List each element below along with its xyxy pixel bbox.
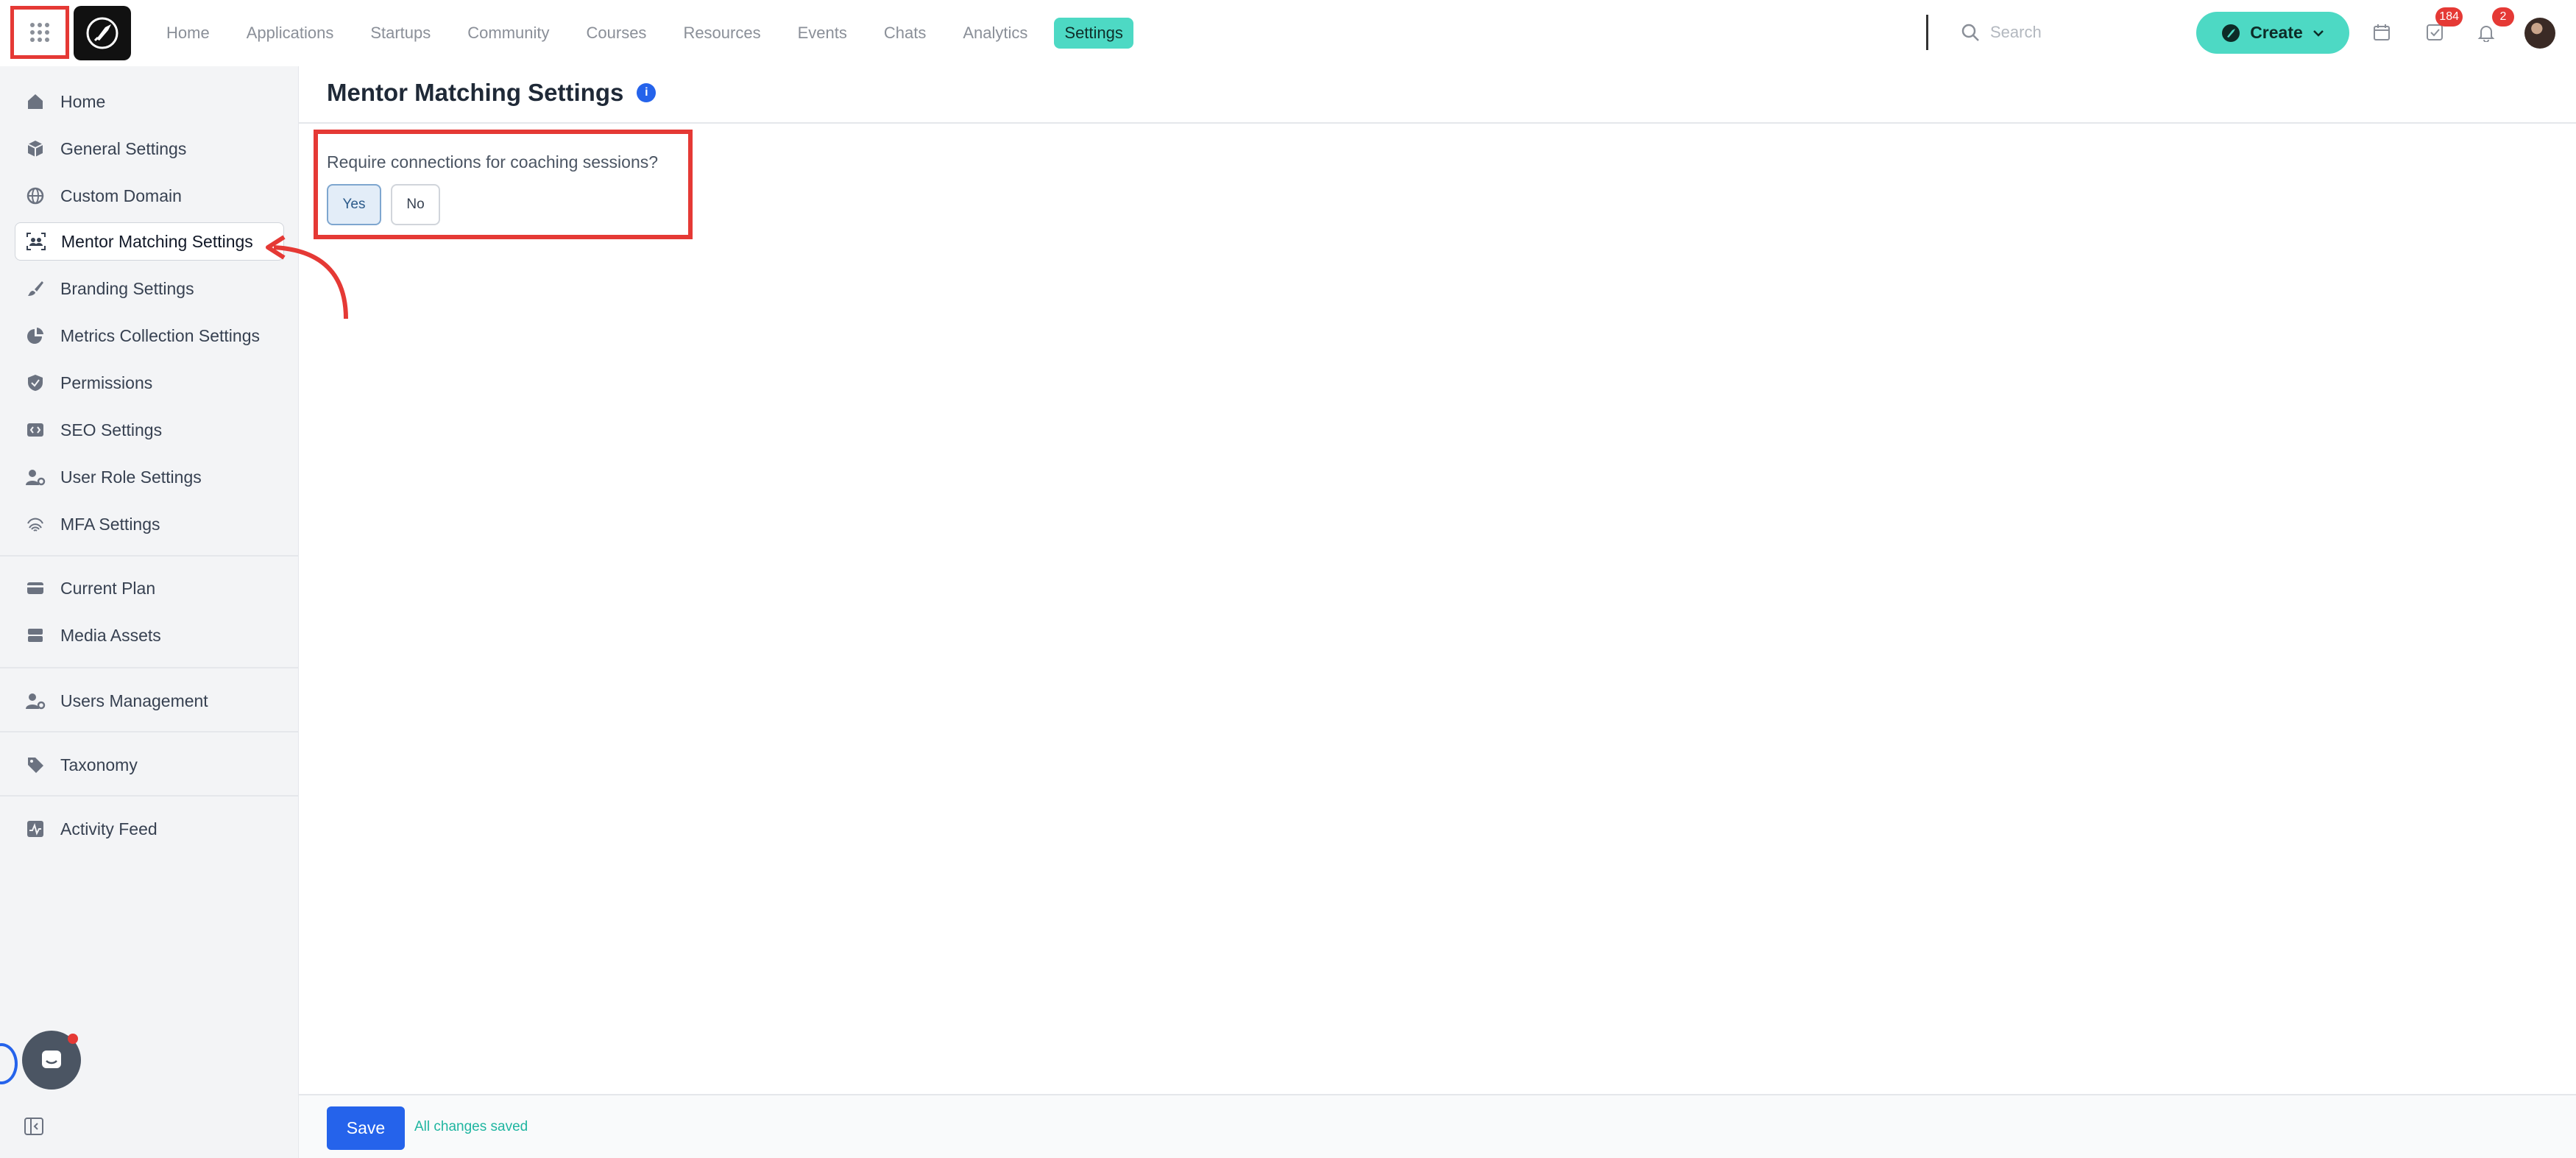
header-divider (299, 122, 2576, 124)
shield-icon (25, 373, 46, 393)
globe-icon (25, 186, 46, 206)
sidebar-item-seo-settings[interactable]: SEO Settings (15, 411, 284, 449)
chat-unread-dot (68, 1034, 78, 1044)
sidebar-item-activity-feed[interactable]: Activity Feed (15, 810, 284, 848)
sidebar-item-current-plan[interactable]: Current Plan (15, 569, 284, 607)
save-button[interactable]: Save (327, 1106, 405, 1150)
sidebar-item-media-assets[interactable]: Media Assets (15, 616, 284, 654)
sidebar-item-label: Home (60, 91, 106, 111)
chat-widget-button[interactable] (22, 1031, 81, 1090)
home-icon (25, 91, 46, 112)
sidebar-item-metrics-collection-settings[interactable]: Metrics Collection Settings (15, 317, 284, 355)
tasks-badge: 184 (2435, 7, 2463, 27)
bell-icon (2477, 26, 2495, 42)
sidebar-divider (0, 667, 299, 668)
fingerprint-icon (25, 514, 46, 534)
sidebar: Home General Settings Custom Domain Ment… (0, 66, 299, 1158)
tasks-button[interactable]: 184 (2421, 7, 2463, 46)
nav-events[interactable]: Events (788, 18, 857, 49)
sidebar-item-label: Custom Domain (60, 186, 182, 205)
sidebar-item-custom-domain[interactable]: Custom Domain (15, 177, 284, 215)
sidebar-item-permissions[interactable]: Permissions (15, 364, 284, 402)
sidebar-item-label: Taxonomy (60, 755, 138, 774)
sidebar-item-label: Activity Feed (60, 819, 158, 839)
setting-question: Require connections for coaching session… (327, 152, 659, 172)
sidebar-item-label: Media Assets (60, 625, 161, 645)
user-gear-icon (25, 691, 46, 711)
sidebar-item-user-role-settings[interactable]: User Role Settings (15, 458, 284, 496)
sidebar-item-home[interactable]: Home (15, 82, 284, 121)
people-frame-icon (26, 231, 46, 252)
rocket-icon (2222, 24, 2240, 42)
nav-courses[interactable]: Courses (576, 18, 657, 49)
nav-community[interactable]: Community (457, 18, 559, 49)
sidebar-item-label: Branding Settings (60, 278, 194, 298)
code-icon (25, 420, 46, 440)
sidebar-item-label: SEO Settings (60, 420, 163, 439)
sidebar-item-label: Metrics Collection Settings (60, 325, 260, 345)
app-logo[interactable] (74, 6, 131, 60)
search-box[interactable]: Search (1961, 18, 2042, 47)
user-gear-icon (25, 467, 46, 487)
calendar-icon (2374, 24, 2390, 40)
nav-settings[interactable]: Settings (1054, 18, 1133, 49)
nav-analytics[interactable]: Analytics (952, 18, 1038, 49)
sidebar-item-label: Users Management (60, 691, 208, 710)
create-button-label: Create (2250, 23, 2303, 42)
option-yes-button[interactable]: Yes (327, 184, 381, 225)
nav-startups[interactable]: Startups (360, 18, 441, 49)
cube-icon (25, 138, 46, 159)
sidebar-item-users-management[interactable]: Users Management (15, 682, 284, 720)
notifications-badge: 2 (2492, 7, 2514, 27)
rocket-logo-icon (86, 17, 118, 49)
helper-widget-edge[interactable] (0, 1043, 18, 1084)
sidebar-item-branding-settings[interactable]: Branding Settings (15, 269, 284, 308)
sidebar-item-taxonomy[interactable]: Taxonomy (15, 746, 284, 784)
search-icon (1961, 24, 1979, 41)
sidebar-item-label: General Settings (60, 138, 187, 158)
info-icon[interactable]: i (637, 83, 657, 102)
nav-chats[interactable]: Chats (874, 18, 936, 49)
pie-chart-icon (25, 325, 46, 346)
sidebar-item-label: Permissions (60, 373, 153, 392)
page-header: Mentor Matching Settings i (327, 78, 657, 107)
sidebar-item-mentor-matching-settings[interactable]: Mentor Matching Settings (15, 222, 284, 261)
annotation-arrow-icon (266, 235, 348, 319)
avatar[interactable] (2524, 18, 2555, 49)
option-no-button[interactable]: No (391, 184, 440, 225)
media-icon (25, 625, 46, 646)
create-button[interactable]: Create (2196, 12, 2349, 54)
sidebar-item-label: MFA Settings (60, 514, 160, 534)
sidebar-item-label: Current Plan (60, 578, 156, 598)
topbar-divider (1926, 15, 1928, 50)
sidebar-divider (0, 795, 299, 797)
grid-icon (30, 23, 49, 42)
sidebar-item-label: User Role Settings (60, 467, 202, 487)
sidebar-collapse-icon (24, 1118, 43, 1135)
sidebar-divider (0, 731, 299, 732)
notifications-button[interactable]: 2 (2473, 7, 2514, 46)
tag-icon (25, 755, 46, 775)
top-navigation-bar: Home Applications Startups Community Cou… (0, 0, 2576, 66)
brush-icon (25, 278, 46, 299)
save-status-text: All changes saved (414, 1119, 528, 1134)
footer-bar (299, 1094, 2576, 1158)
nav-home[interactable]: Home (156, 18, 220, 49)
sidebar-item-general-settings[interactable]: General Settings (15, 130, 284, 168)
activity-icon (25, 819, 46, 839)
main-nav: Home Applications Startups Community Cou… (156, 0, 1150, 66)
search-input[interactable]: Search (1990, 23, 2042, 42)
collapse-sidebar-button[interactable] (24, 1116, 44, 1137)
app-grid-button[interactable] (10, 6, 69, 59)
chevron-down-icon (2313, 29, 2324, 37)
sidebar-divider (0, 555, 299, 557)
page-title: Mentor Matching Settings (327, 79, 624, 106)
nav-resources[interactable]: Resources (673, 18, 771, 49)
nav-applications[interactable]: Applications (236, 18, 344, 49)
chat-icon (42, 1051, 61, 1068)
calendar-button[interactable] (2368, 19, 2395, 46)
credit-card-icon (25, 578, 46, 599)
sidebar-item-mfa-settings[interactable]: MFA Settings (15, 505, 284, 543)
sidebar-item-label: Mentor Matching Settings (61, 231, 253, 251)
